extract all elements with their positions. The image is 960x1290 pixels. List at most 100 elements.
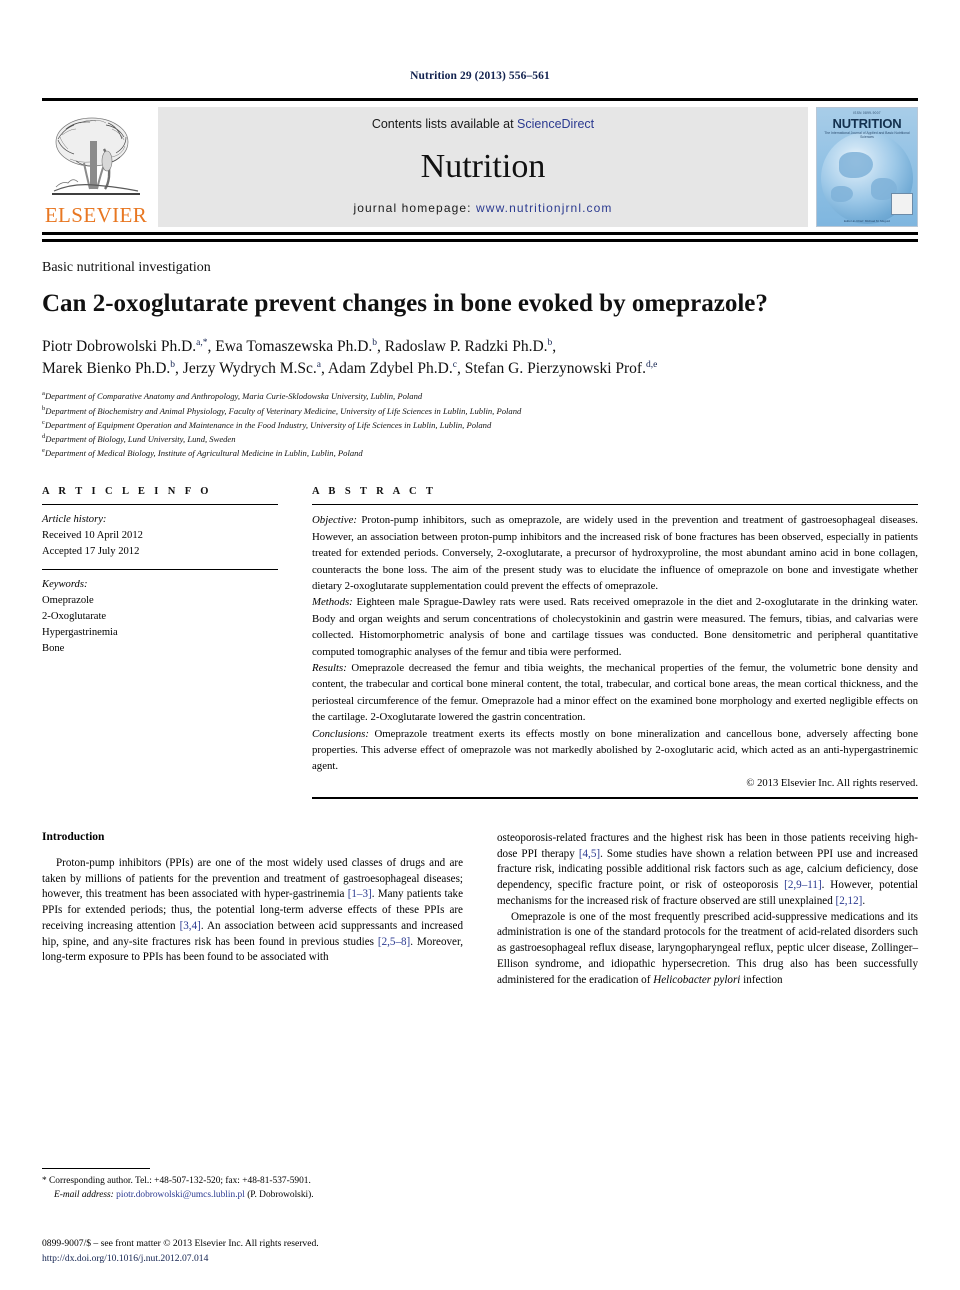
abstract-objective-label: Objective: (312, 514, 357, 527)
text-run: infection (740, 973, 783, 986)
abstract-conclusions-text: Omeprazole treatment exerts its effects … (312, 727, 918, 773)
issn-copyright-line: 0899-9007/$ – see front matter © 2013 El… (42, 1238, 319, 1250)
journal-title: Nutrition (420, 148, 546, 185)
article-page: Nutrition 29 (2013) 556–561 ELSEVIER Con… (0, 0, 960, 1290)
divider (312, 796, 918, 799)
affiliation-list: aDepartment of Comparative Anatomy and A… (42, 389, 918, 460)
body-column-left: Introduction Proton-pump inhibitors (PPI… (42, 831, 463, 989)
affiliation-text: Department of Comparative Anatomy and An… (44, 391, 423, 402)
affiliation-item: bDepartment of Biochemistry and Animal P… (42, 404, 918, 418)
author-list: Piotr Dobrowolski Ph.D.a,*, Ewa Tomaszew… (42, 337, 658, 377)
doi-link[interactable]: http://dx.doi.org/10.1016/j.nut.2012.07.… (42, 1252, 542, 1266)
article-section-type: Basic nutritional investigation (42, 260, 211, 275)
divider (312, 504, 918, 506)
footnote-text: * Corresponding author. Tel.: +48-507-13… (42, 1174, 472, 1202)
author-name[interactable]: Stefan G. Pierzynowski Prof. (465, 360, 646, 377)
article-history-block: Article history: Received 10 April 2012 … (42, 512, 278, 560)
contents-available-line: Contents lists available at ScienceDirec… (372, 117, 594, 131)
author-name[interactable]: Piotr Dobrowolski Ph.D. (42, 338, 196, 355)
journal-masthead: ELSEVIER Contents lists available at Sci… (42, 98, 918, 235)
journal-homepage-link[interactable]: www.nutritionjrnl.com (476, 201, 612, 215)
elsevier-tree-icon (46, 109, 146, 204)
footnote-line-2: E-mail address: piotr.dobrowolski@umcs.l… (42, 1188, 472, 1202)
info-and-abstract: A R T I C L E I N F O Article history: R… (42, 486, 918, 799)
abstract-results-text: Omeprazole decreased the femur and tibia… (312, 661, 918, 724)
corresponding-author-contact: Corresponding author. Tel.: +48-507-132-… (46, 1175, 311, 1186)
received-date: Received 10 April 2012 (42, 530, 143, 542)
abstract-conclusions: Conclusions: Omeprazole treatment exerts… (312, 726, 918, 775)
email-owner: (P. Dobrowolski). (244, 1189, 314, 1200)
page-footer: 0899-9007/$ – see front matter © 2013 El… (42, 1237, 542, 1266)
citation-ref[interactable]: [4,5] (579, 848, 600, 860)
cover-title: NUTRITION (832, 116, 902, 131)
cover-publisher-badge (891, 193, 913, 215)
paragraph: Proton-pump inhibitors (PPIs) are one of… (42, 856, 463, 966)
abstract-copyright: © 2013 Elsevier Inc. All rights reserved… (746, 777, 918, 789)
body-columns: Introduction Proton-pump inhibitors (PPI… (42, 831, 918, 989)
author-name[interactable]: Jerzy Wydrych M.Sc. (183, 360, 317, 377)
abstract-conclusions-label: Conclusions: (312, 727, 369, 740)
abstract-methods-text: Eighteen male Sprague-Dawley rats were u… (312, 596, 918, 658)
abstract-column: A B S T R A C T Objective: Proton-pump i… (312, 486, 918, 799)
email-address-link[interactable]: piotr.dobrowolski@umcs.lublin.pl (114, 1190, 245, 1200)
citation-ref[interactable]: [3,4] (180, 920, 201, 932)
affiliation-item: eDepartment of Medical Biology, Institut… (42, 446, 918, 460)
introduction-heading: Introduction (42, 830, 105, 843)
accepted-date: Accepted 17 July 2012 (42, 546, 140, 558)
masthead-underline (42, 239, 918, 242)
cover-issn-tag: ISSN 0899-9007 (853, 111, 881, 115)
affiliation-text: Department of Equipment Operation and Ma… (44, 419, 492, 430)
divider (42, 568, 278, 570)
article-history-label: Article history: (42, 514, 107, 526)
journal-cover-thumbnail[interactable]: ISSN 0899-9007 NUTRITION The Internation… (816, 107, 918, 227)
abstract-results: Results: Omeprazole decreased the femur … (312, 660, 918, 726)
journal-band: Contents lists available at ScienceDirec… (158, 107, 808, 227)
introduction-left-text: Proton-pump inhibitors (PPIs) are one of… (42, 856, 463, 966)
species-name: Helicobacter pylori (653, 973, 741, 986)
author-name[interactable]: Ewa Tomaszewska Ph.D. (215, 338, 372, 355)
journal-homepage-line: journal homepage: www.nutritionjrnl.com (353, 201, 612, 215)
abstract-body: Objective: Proton-pump inhibitors, such … (312, 512, 918, 775)
abstract-methods-label: Methods: (312, 596, 353, 609)
body-column-right: osteoporosis-related fractures and the h… (497, 831, 918, 989)
running-head: Nutrition 29 (2013) 556–561 (410, 70, 550, 82)
citation-ref[interactable]: [2,5–8] (378, 936, 410, 948)
author-affil-marks: a,* (196, 337, 208, 348)
author-name[interactable]: Adam Zdybel Ph.D. (328, 360, 453, 377)
affiliation-item: dDepartment of Biology, Lund University,… (42, 432, 918, 446)
text-run: . (862, 894, 866, 907)
keyword-item: Omeprazole (42, 594, 94, 606)
author-affil-marks: c (452, 359, 457, 370)
abstract-methods: Methods: Eighteen male Sprague-Dawley ra… (312, 594, 918, 660)
keyword-item: Hypergastrinemia (42, 626, 118, 638)
keyword-item: Bone (42, 642, 65, 654)
sciencedirect-link[interactable]: ScienceDirect (517, 117, 594, 131)
divider (42, 504, 278, 506)
citation-ref[interactable]: [1–3] (348, 888, 372, 900)
email-address-label: E-mail address: (54, 1189, 114, 1200)
author-affil-marks: b (547, 337, 553, 348)
contents-prefix: Contents lists available at (371, 117, 518, 131)
keywords-label: Keywords: (42, 578, 88, 590)
citation-ref[interactable]: [2,9–11] (784, 879, 822, 891)
footnote-line-1: * Corresponding author. Tel.: +48-507-13… (42, 1174, 472, 1188)
author-name[interactable]: Radoslaw P. Radzki Ph.D. (385, 338, 548, 355)
paragraph: osteoporosis-related fractures and the h… (497, 831, 918, 910)
abstract-heading: A B S T R A C T (312, 486, 437, 498)
introduction-right-text: osteoporosis-related fractures and the h… (497, 831, 918, 989)
elsevier-wordmark: ELSEVIER (44, 203, 148, 227)
author-name[interactable]: Marek Bienko Ph.D. (42, 360, 170, 377)
affiliation-text: Department of Biology, Lund University, … (45, 433, 236, 444)
affiliation-text: Department of Medical Biology, Institute… (44, 447, 363, 458)
homepage-prefix: journal homepage: (353, 201, 477, 215)
article-title: Can 2-oxoglutarate prevent changes in bo… (42, 290, 768, 317)
affiliation-item: aDepartment of Comparative Anatomy and A… (42, 389, 918, 403)
abstract-results-label: Results: (312, 661, 347, 674)
keyword-item: 2-Oxoglutarate (42, 610, 107, 622)
author-affil-marks: a (316, 359, 321, 370)
cover-footer-text: Editor-in-Chief: Michael M. Meguid (843, 219, 891, 223)
corresponding-author-footnote: * Corresponding author. Tel.: +48-507-13… (42, 1167, 472, 1202)
citation-ref[interactable]: [2,12] (836, 895, 863, 907)
paragraph: Omeprazole is one of the most frequently… (497, 910, 918, 989)
article-info-column: A R T I C L E I N F O Article history: R… (42, 486, 278, 799)
